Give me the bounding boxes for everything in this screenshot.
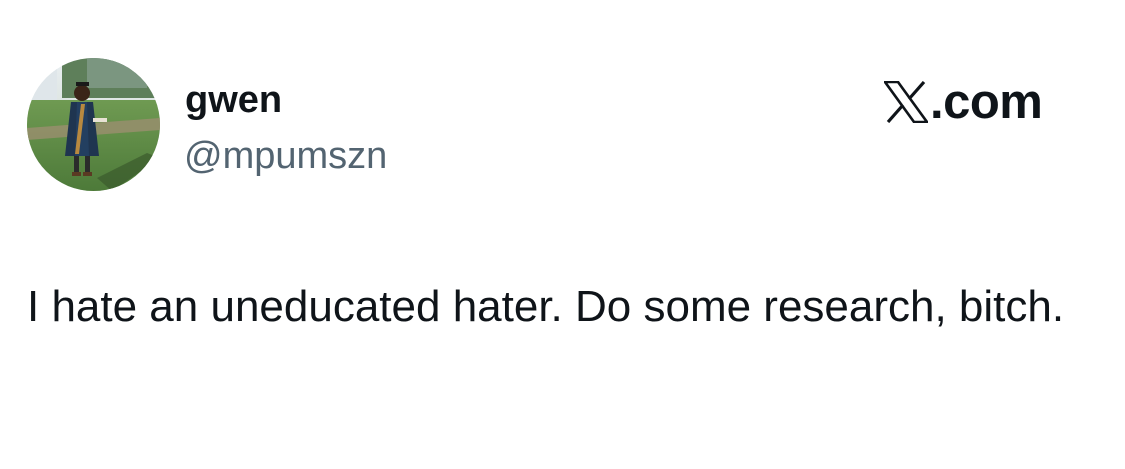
- x-logo-icon: [884, 81, 928, 123]
- display-name[interactable]: gwen: [185, 77, 282, 123]
- x-brand-link[interactable]: .com: [884, 75, 1043, 129]
- user-handle[interactable]: @mpumszn: [184, 133, 387, 179]
- profile-photo-icon: [27, 58, 160, 191]
- tweet-text: I hate an uneducated hater. Do some rese…: [27, 282, 1065, 331]
- x-domain-text: .com: [930, 75, 1043, 129]
- tweet-card: gwen @mpumszn .com I hate an uneducated …: [0, 0, 1125, 469]
- avatar[interactable]: [27, 58, 160, 191]
